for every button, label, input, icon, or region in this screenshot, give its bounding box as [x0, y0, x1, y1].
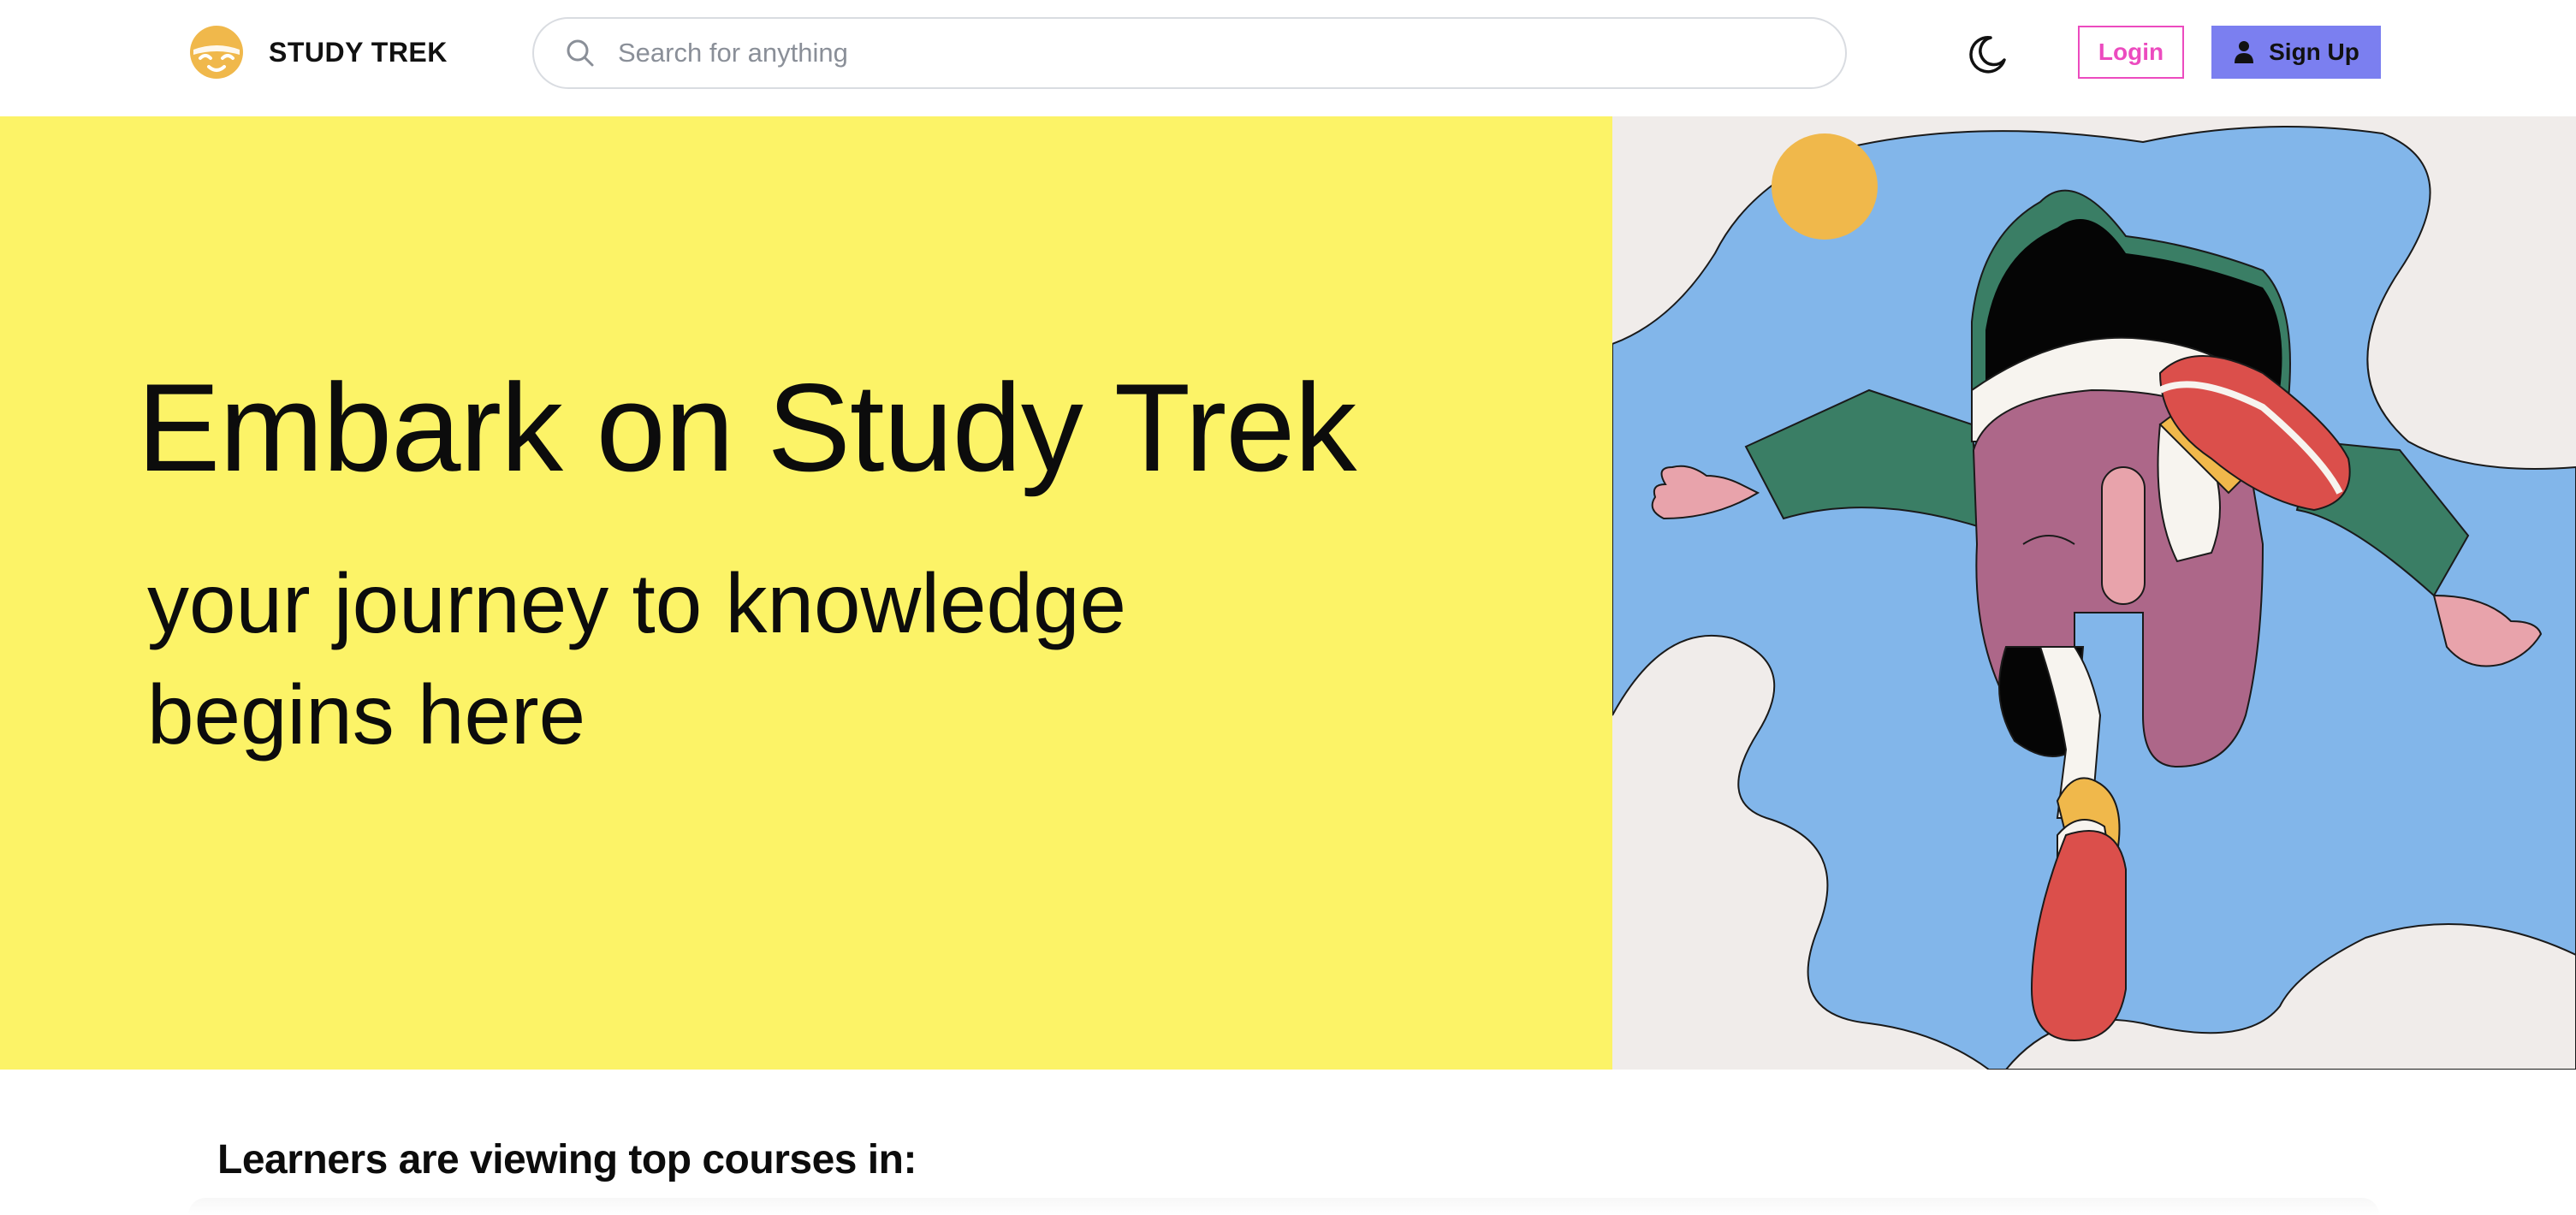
hero-text-panel: Embark on Study Trek your journey to kno… — [0, 116, 1612, 1070]
search-input[interactable] — [618, 38, 1816, 68]
smiling-sun-face-icon — [190, 26, 243, 79]
courses-section-title: Learners are viewing top courses in: — [217, 1137, 917, 1182]
course-category-carousel — [188, 1198, 2379, 1215]
hero-subtitle: your journey to knowledge begins here — [147, 548, 1345, 770]
search-icon — [567, 39, 594, 67]
login-button[interactable]: Login — [2078, 26, 2184, 79]
hero-illustration-panel — [1612, 116, 2576, 1070]
hero-banner: Embark on Study Trek your journey to kno… — [0, 116, 2576, 1070]
user-icon — [2235, 41, 2254, 63]
hero-title: Embark on Study Trek — [137, 358, 1356, 497]
signup-button[interactable]: Sign Up — [2211, 26, 2381, 79]
brand-logo[interactable]: STUDY TREK — [188, 24, 448, 80]
brand-name: STUDY TREK — [269, 36, 448, 68]
hero-subtitle-line-2: begins here — [147, 667, 586, 762]
person-walking-illustration — [1612, 116, 2576, 1070]
moon-icon[interactable] — [1965, 33, 2009, 77]
hero-subtitle-line-1: your journey to knowledge — [147, 556, 1127, 650]
search-bar[interactable] — [532, 17, 1847, 89]
signup-label: Sign Up — [2269, 39, 2359, 65]
top-navbar: STUDY TREK Login Sign Up — [0, 0, 2576, 116]
